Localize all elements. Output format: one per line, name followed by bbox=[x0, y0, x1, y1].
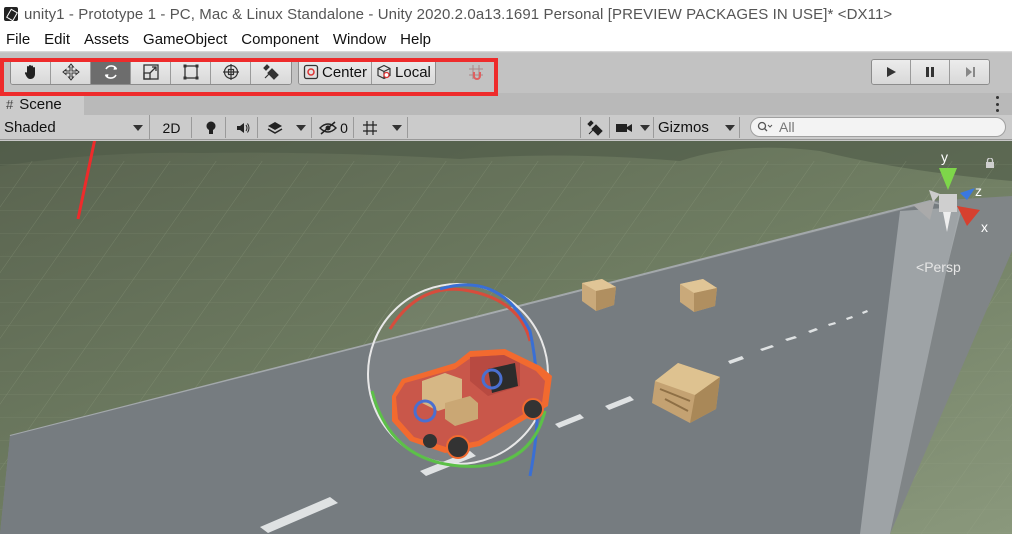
search-icon bbox=[757, 121, 773, 132]
pause-button[interactable] bbox=[911, 60, 950, 84]
chevron-down-icon bbox=[295, 124, 306, 131]
chevron-down-icon bbox=[133, 125, 143, 131]
speaker-icon bbox=[236, 122, 249, 133]
mode-2d-label: 2D bbox=[162, 119, 181, 136]
scene-lighting-toggle[interactable] bbox=[196, 117, 226, 138]
menu-component[interactable]: Component bbox=[241, 31, 319, 48]
camera-icon bbox=[616, 123, 632, 132]
hidden-objects-count: 0 bbox=[340, 119, 348, 136]
effects-layers-icon bbox=[267, 121, 283, 134]
menu-gameobject[interactable]: GameObject bbox=[143, 31, 227, 48]
shading-mode-dropdown[interactable]: Shaded bbox=[0, 115, 150, 140]
menu-edit[interactable]: Edit bbox=[44, 31, 70, 48]
search-placeholder: All bbox=[779, 119, 795, 135]
axis-z-label: z bbox=[975, 183, 982, 199]
unity-logo-icon bbox=[4, 7, 18, 21]
projection-toggle[interactable]: <Persp bbox=[916, 259, 961, 275]
scene-effects-toggle[interactable] bbox=[260, 117, 290, 138]
grid-icon bbox=[363, 120, 377, 135]
projection-chevron-icon: < bbox=[916, 259, 925, 275]
step-button[interactable] bbox=[950, 60, 989, 84]
scene-audio-toggle[interactable] bbox=[228, 117, 258, 138]
gizmos-button[interactable]: Gizmos bbox=[656, 117, 718, 138]
play-button[interactable] bbox=[872, 60, 911, 84]
step-icon bbox=[965, 67, 975, 77]
window-title: unity1 - Prototype 1 - PC, Mac & Linux S… bbox=[24, 5, 893, 23]
menu-file[interactable]: File bbox=[6, 31, 30, 48]
scene-tab-label: Scene bbox=[19, 95, 62, 113]
hidden-objects-toggle[interactable]: 0 bbox=[314, 117, 354, 138]
lock-icon[interactable] bbox=[985, 158, 995, 168]
shading-mode-label: Shaded bbox=[4, 119, 56, 136]
scene-tab-bar: # Scene bbox=[0, 93, 1012, 115]
grid-visibility-toggle[interactable] bbox=[356, 117, 384, 138]
scene-viewport[interactable]: y z x <Persp bbox=[0, 141, 1012, 534]
scene-camera-button[interactable] bbox=[612, 117, 636, 138]
scene-toolbar: Shaded 2D 0 Gizmos All bbox=[0, 115, 1012, 140]
tab-options-icon[interactable] bbox=[996, 96, 1000, 112]
menu-help[interactable]: Help bbox=[400, 31, 431, 48]
tab-scene[interactable]: # Scene bbox=[0, 93, 84, 115]
scene-grid-icon: # bbox=[6, 96, 14, 112]
gizmos-dropdown[interactable] bbox=[720, 117, 740, 138]
gizmos-label: Gizmos bbox=[658, 119, 709, 136]
chevron-down-icon bbox=[724, 124, 735, 131]
chevron-down-icon bbox=[639, 124, 650, 131]
annotation-highlight-box bbox=[0, 58, 498, 96]
mode-2d-toggle[interactable]: 2D bbox=[152, 117, 192, 138]
play-icon bbox=[887, 67, 896, 77]
axis-y-label: y bbox=[941, 150, 948, 165]
scene-tools-toggle[interactable] bbox=[580, 117, 610, 138]
menu-window[interactable]: Window bbox=[333, 31, 386, 48]
title-bar: unity1 - Prototype 1 - PC, Mac & Linux S… bbox=[0, 0, 1012, 28]
scene-search-input[interactable]: All bbox=[750, 117, 1006, 137]
orientation-gizmo[interactable]: y z x bbox=[905, 150, 995, 240]
lightbulb-icon bbox=[206, 121, 215, 134]
eye-slash-icon bbox=[319, 120, 338, 135]
grid-settings-dropdown[interactable] bbox=[386, 117, 408, 138]
menu-assets[interactable]: Assets bbox=[84, 31, 129, 48]
effects-dropdown[interactable] bbox=[290, 117, 312, 138]
chevron-down-icon bbox=[391, 124, 402, 131]
menu-bar: File Edit Assets GameObject Component Wi… bbox=[0, 28, 1012, 52]
tools-icon bbox=[587, 119, 603, 136]
projection-label: Persp bbox=[924, 259, 961, 275]
pause-icon bbox=[926, 67, 934, 77]
axis-x-label: x bbox=[981, 219, 988, 235]
playmode-controls bbox=[871, 59, 990, 85]
scene-render bbox=[0, 141, 1012, 534]
camera-dropdown[interactable] bbox=[636, 117, 654, 138]
